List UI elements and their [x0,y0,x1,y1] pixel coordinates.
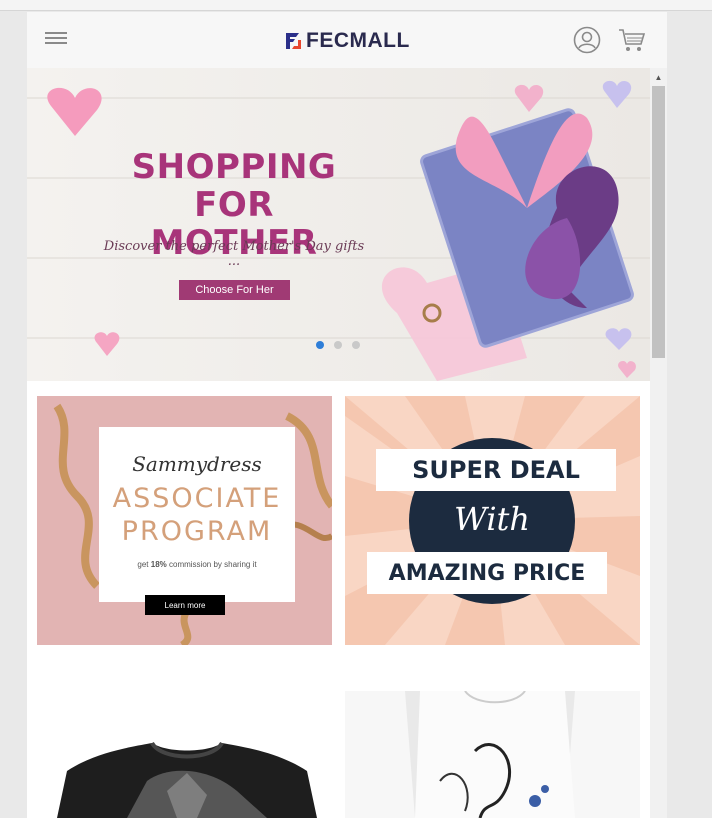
site-header: FECMALL [27,12,667,69]
amazing-price-label: AMAZING PRICE [367,552,607,594]
browser-top-strip [0,0,712,11]
commission-value: 18% [150,560,167,569]
scroll-up-arrow-icon[interactable]: ▲ [650,70,667,84]
super-deal-promo[interactable]: SUPER DEAL With AMAZING PRICE [345,396,640,645]
associate-program-title: ASSOCIATE PROGRAM [99,482,295,548]
with-label: With [453,500,531,538]
hamburger-menu-icon[interactable] [45,32,67,48]
logo-text: FECMALL [306,29,410,52]
choose-for-her-button[interactable]: Choose For Her [179,280,290,300]
associate-title-line1: ASSOCIATE [112,483,282,514]
carousel-dot-2[interactable] [334,341,342,349]
scrollbar-thumb[interactable] [652,86,665,358]
user-circle-icon[interactable] [573,26,601,54]
product-tile-tshirt[interactable] [37,691,332,818]
learn-more-button[interactable]: Learn more [145,595,225,615]
hero-banner[interactable]: SHOPPING FOR MOTHER Discover the perfect… [27,68,650,381]
associate-program-promo[interactable]: Sammydress ASSOCIATE PROGRAM get 18% com… [37,396,332,645]
commission-suffix: commission by sharing it [166,560,257,569]
associate-title-line2: PROGRAM [121,516,273,547]
mobile-frame: FECMALL SHOPPING FOR MOTHER Discover the… [27,12,667,818]
promo-brand: Sammydress [132,452,262,476]
commission-text: get 18% commission by sharing it [99,560,295,569]
carousel-dots [316,341,360,349]
fecmall-logo-icon [286,33,301,49]
site-logo[interactable]: FECMALL [283,29,410,52]
shopping-cart-icon[interactable] [617,26,647,54]
banner-title-line1: SHOPPING FOR [131,147,337,225]
carousel-dot-3[interactable] [352,341,360,349]
super-deal-label: SUPER DEAL [376,449,616,491]
carousel-dot-1[interactable] [316,341,324,349]
commission-prefix: get [137,560,151,569]
dress-image [345,691,640,818]
product-tile-dress[interactable] [345,691,640,818]
banner-subtitle: Discover the perfect Mother's Day gifts … [103,239,365,269]
tshirt-image [57,741,317,818]
